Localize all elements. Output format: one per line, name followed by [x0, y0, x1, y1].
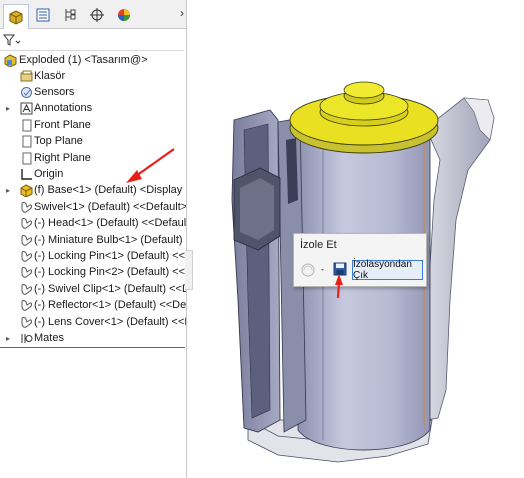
tab-property-manager[interactable]	[30, 4, 56, 26]
folder-icon	[19, 69, 33, 83]
tree-item-right-plane[interactable]: Right Plane	[0, 150, 186, 166]
plane-icon	[19, 118, 33, 132]
filter-bar	[0, 29, 184, 51]
part-icon	[19, 249, 33, 263]
tree-item-annotations[interactable]: ▸ Annotations	[0, 100, 186, 116]
part-icon	[19, 200, 33, 214]
base-body-part[interactable]	[297, 129, 431, 451]
plane-icon	[19, 151, 33, 165]
tree-item-label: Right Plane	[34, 152, 91, 164]
tree-item-label: Sensors	[34, 86, 75, 98]
tree-item-label: Annotations	[34, 102, 93, 114]
tree-item-label: (-) Locking Pin<2> (Default) <<D	[34, 266, 187, 278]
tree-item-label: Swivel<1> (Default) <<Default>_	[34, 201, 187, 213]
tab-dimxpert-manager[interactable]	[84, 4, 110, 26]
tree-item-label: (f) Base<1> (Default) <Display St	[34, 184, 187, 196]
tree-item-sensors[interactable]: Sensors	[0, 84, 186, 100]
tree-item-reflector[interactable]: (-) Reflector<1> (Default) <<Def	[0, 297, 187, 313]
configuration-icon	[65, 9, 76, 21]
tree-item-locking-pin-2[interactable]: (-) Locking Pin<2> (Default) <<D	[0, 264, 187, 280]
tree-item-label: (-) Head<1> (Default) <<Default	[34, 217, 187, 229]
part-icon	[19, 298, 33, 312]
display-manager-icon	[118, 9, 130, 21]
panel-collapse-handle[interactable]	[185, 250, 193, 290]
tab-display-manager[interactable]	[111, 4, 137, 26]
tree-item-swivel[interactable]: Swivel<1> (Default) <<Default>_	[0, 199, 187, 215]
part-icon	[19, 183, 33, 197]
assembly-icon	[3, 53, 17, 67]
feature-manager-panel: › Exploded (1) <Tasarım@> Klasör Sensors…	[0, 0, 187, 478]
tree-item-label: (-) Miniature Bulb<1> (Default) <	[34, 234, 187, 246]
save-display-state-button[interactable]	[332, 261, 348, 277]
sensors-icon	[19, 85, 33, 99]
appearance-icon	[301, 263, 324, 277]
tree-item-base[interactable]: ▸ (f) Base<1> (Default) <Display St	[0, 182, 187, 198]
feature-tree-icon	[9, 10, 23, 25]
appearance-dropdown[interactable]	[299, 261, 327, 279]
filter-icon	[3, 34, 21, 46]
tab-configuration-manager[interactable]	[57, 4, 83, 26]
tree-item-head[interactable]: (-) Head<1> (Default) <<Default	[0, 215, 187, 231]
exit-isolate-button[interactable]: İzolasyondan Çık	[352, 259, 423, 281]
tree-item-label: Top Plane	[34, 135, 83, 147]
tree-item-miniature-bulb[interactable]: (-) Miniature Bulb<1> (Default) <	[0, 232, 187, 248]
part-icon	[19, 282, 33, 296]
plane-icon	[19, 134, 33, 148]
expand-arrow-icon[interactable]: ▸	[4, 334, 12, 343]
part-icon	[19, 265, 33, 279]
tabs-overflow-button[interactable]: ›	[180, 6, 184, 20]
tree-item-swivel-clip[interactable]: (-) Swivel Clip<1> (Default) <<D	[0, 281, 187, 297]
tree-item-top-plane[interactable]: Top Plane	[0, 133, 186, 149]
tree-item-label: Mates	[34, 332, 64, 344]
tree-item-klasor[interactable]: Klasör	[0, 68, 186, 84]
tree-item-label: (-) Locking Pin<1> (Default) <<D	[34, 250, 187, 262]
save-icon	[333, 262, 347, 276]
isolate-popup: İzole Et İzolasyondan Çık	[293, 233, 427, 287]
tab-feature-manager[interactable]	[3, 4, 29, 29]
annotations-icon	[19, 101, 33, 115]
dimxpert-icon	[90, 8, 104, 22]
tree-root-label: Exploded (1) <Tasarım@>	[19, 54, 148, 66]
tree-item-label: Front Plane	[34, 119, 91, 131]
tree-item-mates[interactable]: ▸ Mates	[0, 330, 186, 346]
tree-item-label: Klasör	[34, 70, 66, 82]
filter-button[interactable]	[3, 32, 23, 48]
tree-item-label: (-) Lens Cover<1> (Default) <<De	[34, 316, 187, 328]
tree-item-lens-cover[interactable]: (-) Lens Cover<1> (Default) <<De	[0, 314, 187, 330]
part-icon	[19, 216, 33, 230]
manager-tab-bar: ›	[0, 0, 186, 29]
tree-item-label: Origin	[34, 168, 64, 180]
expand-arrow-icon[interactable]: ▸	[4, 186, 12, 195]
expand-arrow-icon[interactable]: ▸	[4, 104, 12, 113]
tree-separator	[0, 347, 185, 348]
mates-icon	[19, 331, 33, 345]
tree-item-label: (-) Swivel Clip<1> (Default) <<D	[34, 283, 187, 295]
handle-part[interactable]	[425, 97, 495, 421]
part-icon	[19, 233, 33, 247]
tree-item-label: (-) Reflector<1> (Default) <<Def	[34, 299, 187, 311]
property-manager-icon	[36, 8, 50, 22]
part-icon	[19, 315, 33, 329]
tree-item-locking-pin-1[interactable]: (-) Locking Pin<1> (Default) <<D	[0, 248, 187, 264]
tree-item-front-plane[interactable]: Front Plane	[0, 117, 186, 133]
isolate-popup-title: İzole Et	[300, 239, 337, 251]
origin-icon	[19, 167, 33, 181]
tree-item-origin[interactable]: Origin	[0, 166, 186, 182]
tree-root[interactable]: Exploded (1) <Tasarım@>	[0, 52, 186, 68]
